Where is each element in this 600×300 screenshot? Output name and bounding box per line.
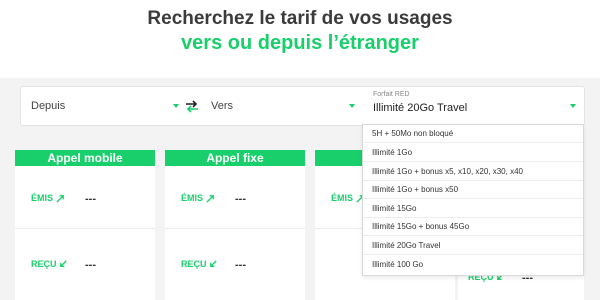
plan-select[interactable]: Forfait RED Illimité 20Go Travel [363,87,583,125]
recu-value: --- [235,259,246,271]
incoming-call-icon [210,260,217,268]
divider [165,228,305,229]
dropdown-option[interactable]: Illimité 1Go + bonus x5, x10, x20, x30, … [363,163,583,181]
outgoing-call-icon [205,195,214,203]
plan-select-value: Illimité 20Go Travel [373,102,468,114]
outgoing-call-icon [55,195,64,203]
recu-label: REÇU [181,259,218,269]
from-select[interactable]: Depuis [21,87,183,125]
dropdown-option[interactable]: Illimité 15Go [363,200,583,218]
dropdown-option[interactable]: Illimité 1Go + bonus x50 [363,181,583,199]
dropdown-option[interactable]: 5H + 50Mo non bloqué [363,125,583,143]
hero-header: Recherchez le tarif de vos usages vers o… [0,0,600,78]
page-subtitle: vers ou depuis l’étranger [181,32,419,54]
from-select-label: Depuis [31,100,66,112]
dropdown-option[interactable]: Illimité 100 Go [363,256,583,274]
incoming-call-icon [60,260,67,268]
plan-select-small-label: Forfait RED [373,91,410,98]
chevron-down-icon [173,104,179,108]
emis-label: ÉMIS [181,193,215,203]
dropdown-option[interactable]: Illimité 20Go Travel [363,237,583,255]
divider [15,228,155,229]
plan-dropdown-list: 5H + 50Mo non bloqué Illimité 1Go Illimi… [362,124,584,276]
chevron-down-icon [570,104,576,108]
emis-label: ÉMIS [331,193,365,203]
card-appel-mobile: Appel mobile ÉMIS --- REÇU --- [15,150,155,300]
card-title: Appel fixe [165,150,305,166]
filter-bar: Depuis Vers Forfait RED Illimité 20Go Tr… [20,86,585,126]
recu-value: --- [85,259,96,271]
dropdown-option[interactable]: Illimité 1Go [363,144,583,162]
emis-value: --- [235,193,246,205]
page-title: Recherchez le tarif de vos usages [147,8,453,29]
chevron-down-icon [349,104,355,108]
emis-label: ÉMIS [31,193,65,203]
swap-arrows-icon[interactable] [183,97,201,115]
to-select[interactable]: Vers [201,87,359,125]
card-title: Appel mobile [15,150,155,166]
to-select-label: Vers [211,100,234,112]
card-appel-fixe: Appel fixe ÉMIS --- REÇU --- [165,150,305,300]
emis-value: --- [85,193,96,205]
recu-label: REÇU [31,259,68,269]
dropdown-option[interactable]: Illimité 15Go + bonus 45Go [363,218,583,236]
